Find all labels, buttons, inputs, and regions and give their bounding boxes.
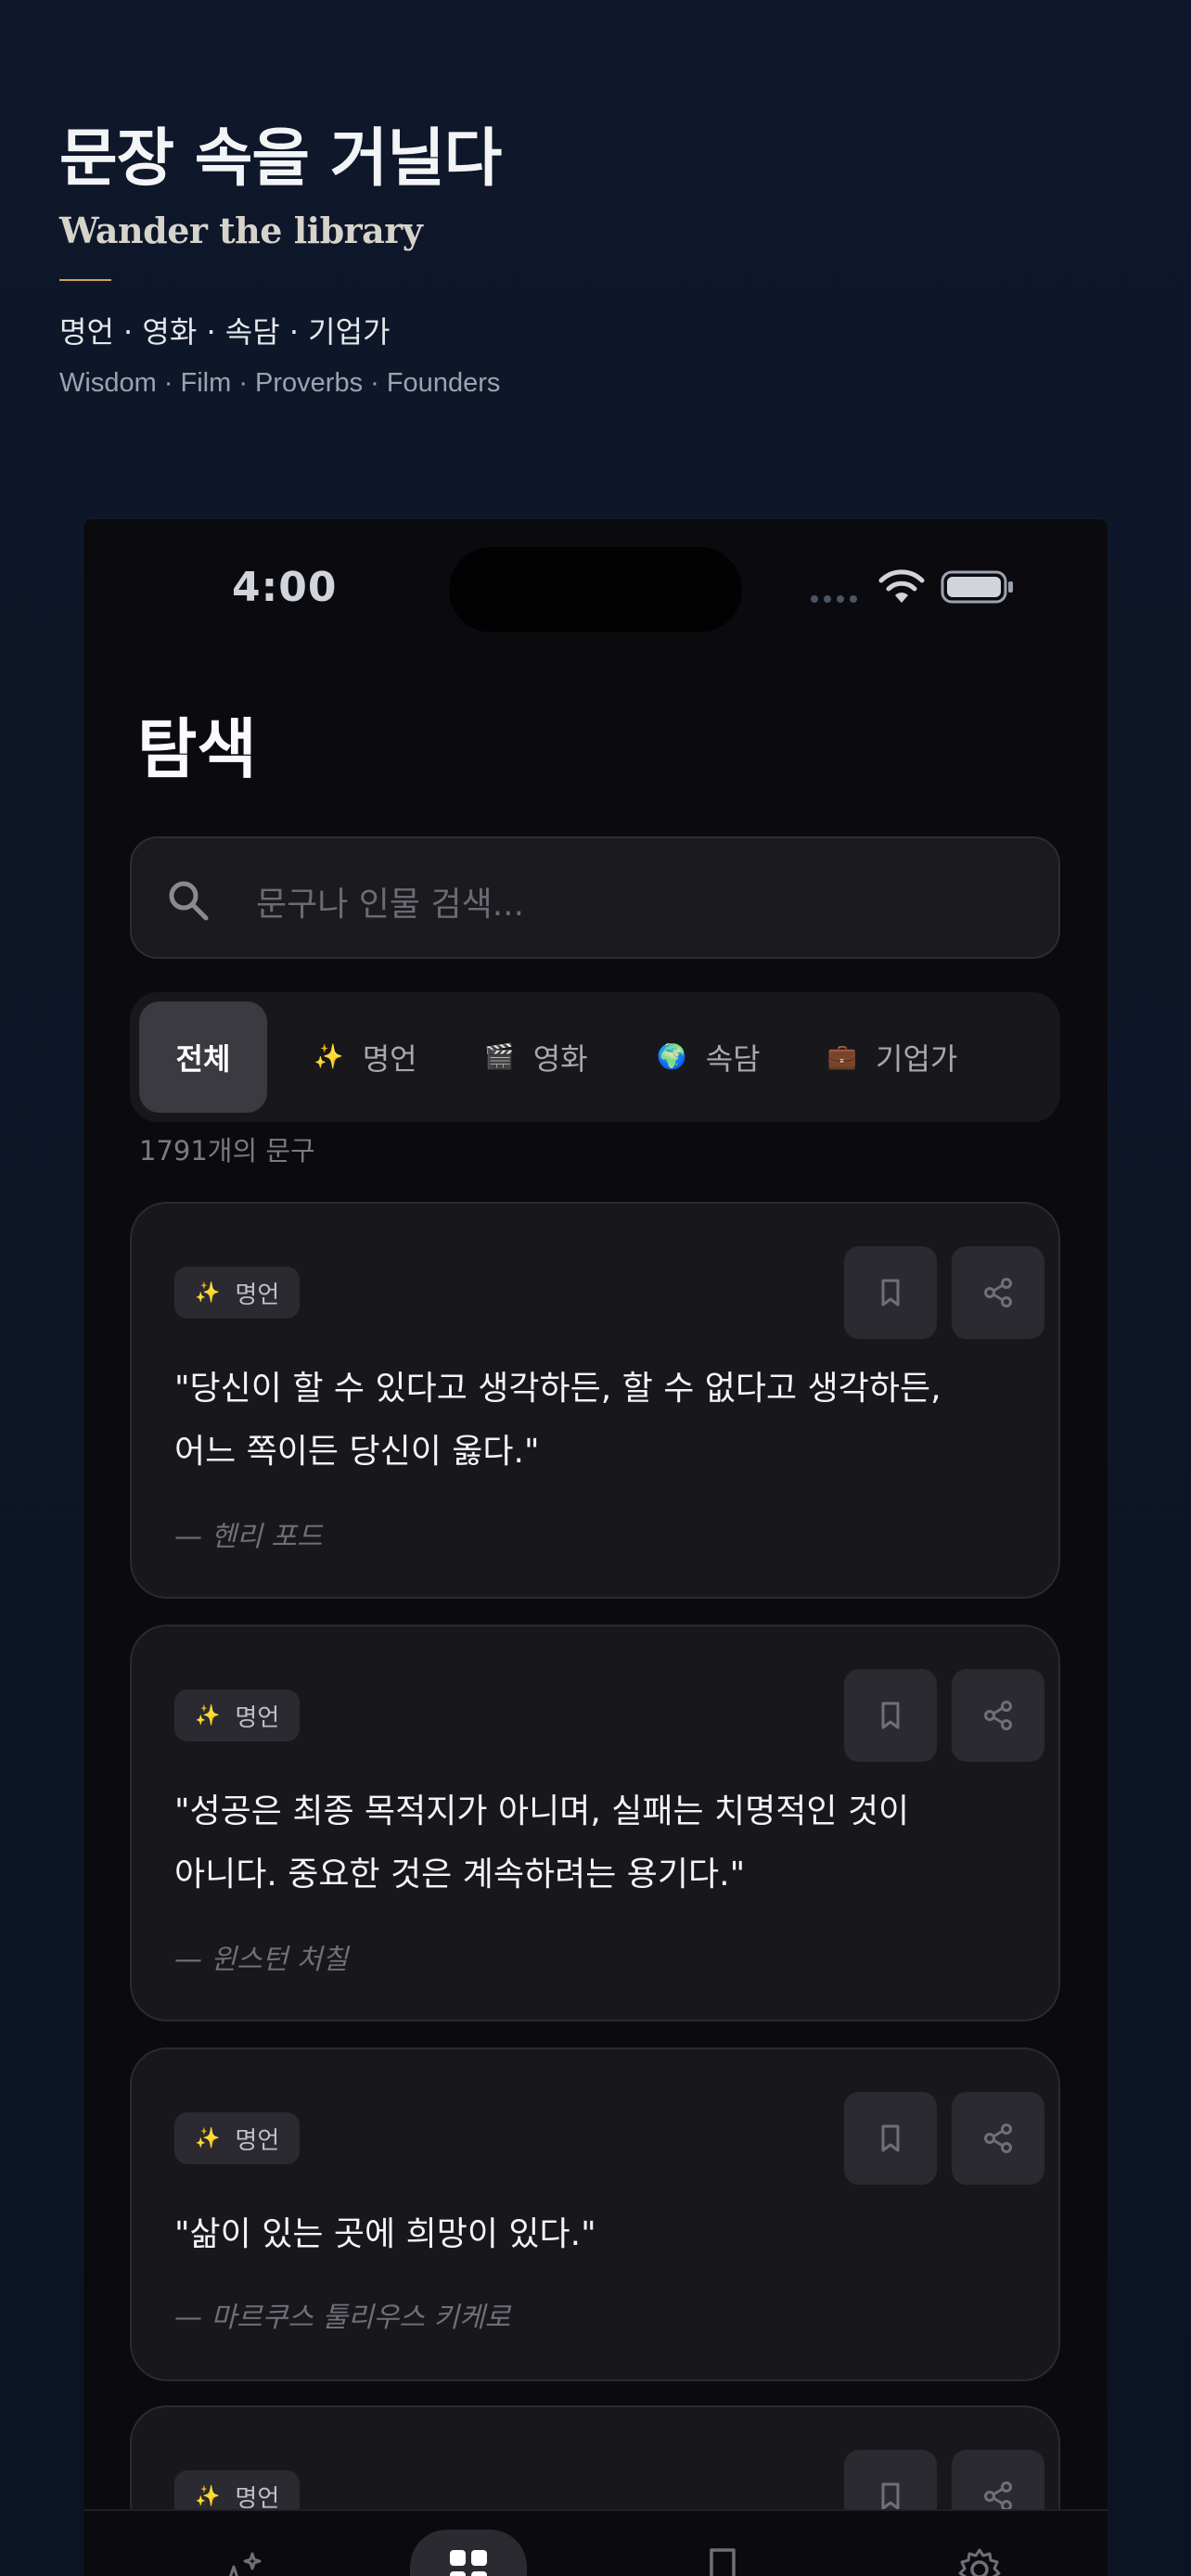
- dynamic-island: [449, 547, 742, 632]
- status-time: 4:00: [232, 564, 338, 611]
- sparkles-icon: ✨: [195, 2126, 221, 2150]
- quote-text: "당신이 할 수 있다고 생각하든, 할 수 없다고 생각하든, 어느 쪽이든 …: [174, 1358, 1018, 1484]
- quote-card[interactable]: ✨ 명언 "삶이 있는 곳에 희망이 있다." — 마르쿠스 툴리우스 키케로: [130, 2047, 1060, 2381]
- promo-divider: [59, 279, 111, 281]
- filter-chip-label: 명언: [362, 1041, 417, 1077]
- share-button[interactable]: [952, 1669, 1044, 1762]
- share-button[interactable]: [952, 1246, 1044, 1339]
- phone-screen: 4:00 탐색 문구나 인물 검색... 전체 ✨ 명언 🎬 영화 🌍 속담 💼…: [83, 519, 1108, 2576]
- bookmark-icon: [881, 1279, 900, 1307]
- category-badge: ✨ 명언: [174, 1267, 301, 1319]
- quote-line: "삶이 있는 곳에 희망이 있다.": [174, 2215, 596, 2253]
- quote-card[interactable]: ✨ 명언 "성공은 최종 목적지가 아니며, 실패는 치명적인 것이 아니다. …: [130, 1625, 1060, 2021]
- share-icon: [984, 2481, 1012, 2511]
- tab-browse[interactable]: [413, 2511, 524, 2576]
- tab-settings[interactable]: [924, 2511, 1035, 2576]
- promo-categories-english: Wisdom · Film · Proverbs · Founders: [59, 368, 501, 398]
- category-badge: ✨ 명언: [174, 1690, 301, 1741]
- promo-header: 문장 속을 거닐다 Wander the library 명언 · 영화 · 속…: [59, 119, 1080, 399]
- quote-author: — 윈스턴 처칠: [174, 1944, 349, 1976]
- bookmark-icon: [710, 2548, 736, 2576]
- share-icon: [984, 1701, 1012, 1730]
- tab-saved[interactable]: [667, 2511, 778, 2576]
- grid-icon: [450, 2550, 487, 2576]
- tab-discover[interactable]: [186, 2511, 297, 2576]
- promo-title: 문장 속을 거닐다: [59, 122, 502, 196]
- filter-chip-founders[interactable]: 💼 기업가: [800, 1001, 985, 1113]
- sparkles-icon: ✨: [195, 1281, 221, 1305]
- sparkles-icon: ✨: [195, 1703, 221, 1728]
- quote-count: 1791개의 문구: [139, 1135, 315, 1167]
- category-filter-bar: 전체 ✨ 명언 🎬 영화 🌍 속담 💼 기업가: [130, 992, 1060, 1122]
- bottom-tab-bar: [83, 2509, 1108, 2576]
- sparkles-icon: [229, 2552, 262, 2576]
- quote-text: "삶이 있는 곳에 희망이 있다.": [174, 2203, 1018, 2266]
- bookmark-icon: [881, 1702, 900, 1729]
- battery-icon: [941, 570, 1013, 604]
- filter-chip-proverbs[interactable]: 🌍 속담: [627, 1001, 790, 1113]
- filter-chip-label: 전체: [175, 1041, 231, 1077]
- promo-categories-korean: 명언 · 영화 · 속담 · 기업가: [59, 314, 391, 350]
- quote-author: — 마르쿠스 툴리우스 키케로: [174, 2302, 511, 2334]
- bookmark-button[interactable]: [844, 2092, 937, 2185]
- category-label: 명언: [235, 1281, 280, 1309]
- share-icon: [984, 1278, 1012, 1307]
- category-label: 명언: [235, 2484, 280, 2513]
- quote-line: 아니다. 중요한 것은 계속하려는 용기다.": [174, 1855, 746, 1894]
- filter-chip-label: 기업가: [876, 1041, 958, 1077]
- category-badge: ✨ 명언: [174, 2112, 301, 2164]
- promo-subtitle: Wander the library: [59, 210, 423, 251]
- briefcase-icon: 💼: [826, 1043, 858, 1071]
- quote-card[interactable]: ✨ 명언 "당신이 할 수 있다고 생각하든, 할 수 없다고 생각하든, 어느…: [130, 1202, 1060, 1599]
- share-button[interactable]: [952, 2092, 1044, 2185]
- bookmark-button[interactable]: [844, 1669, 937, 1762]
- sparkles-icon: ✨: [195, 2484, 221, 2508]
- page-title: 탐색: [137, 711, 257, 787]
- bookmark-icon: [881, 2124, 900, 2152]
- bookmark-button[interactable]: [844, 1246, 937, 1339]
- status-bar: 4:00: [83, 519, 1108, 658]
- filter-chip-film[interactable]: 🎬 영화: [455, 1001, 618, 1113]
- quote-line: "성공은 최종 목적지가 아니며, 실패는 치명적인 것이: [174, 1792, 910, 1830]
- search-bar[interactable]: 문구나 인물 검색...: [130, 836, 1060, 959]
- quote-line: 어느 쪽이든 당신이 옳다.": [174, 1433, 540, 1471]
- search-input[interactable]: 문구나 인물 검색...: [256, 877, 524, 925]
- filter-chip-label: 속담: [705, 1041, 761, 1077]
- gear-icon: [958, 2548, 1001, 2576]
- category-label: 명언: [235, 2126, 280, 2155]
- filter-chip-all[interactable]: 전체: [139, 1001, 267, 1113]
- quote-text: "성공은 최종 목적지가 아니며, 실패는 치명적인 것이 아니다. 중요한 것…: [174, 1780, 1018, 1906]
- filter-chip-wisdom[interactable]: ✨ 명언: [288, 1001, 443, 1113]
- globe-icon: 🌍: [657, 1043, 687, 1071]
- search-icon: [169, 881, 209, 921]
- category-label: 명언: [235, 1703, 280, 1732]
- wifi-icon: [878, 569, 925, 603]
- quote-line: "당신이 할 수 있다고 생각하든, 할 수 없다고 생각하든,: [174, 1370, 941, 1408]
- clapper-icon: 🎬: [484, 1043, 515, 1071]
- signal-icon: [811, 595, 857, 603]
- quote-author: — 헨리 포드: [174, 1521, 323, 1553]
- sparkles-icon: ✨: [314, 1043, 344, 1071]
- filter-chip-label: 영화: [532, 1041, 588, 1077]
- bookmark-icon: [881, 2482, 900, 2510]
- share-icon: [984, 2123, 1012, 2153]
